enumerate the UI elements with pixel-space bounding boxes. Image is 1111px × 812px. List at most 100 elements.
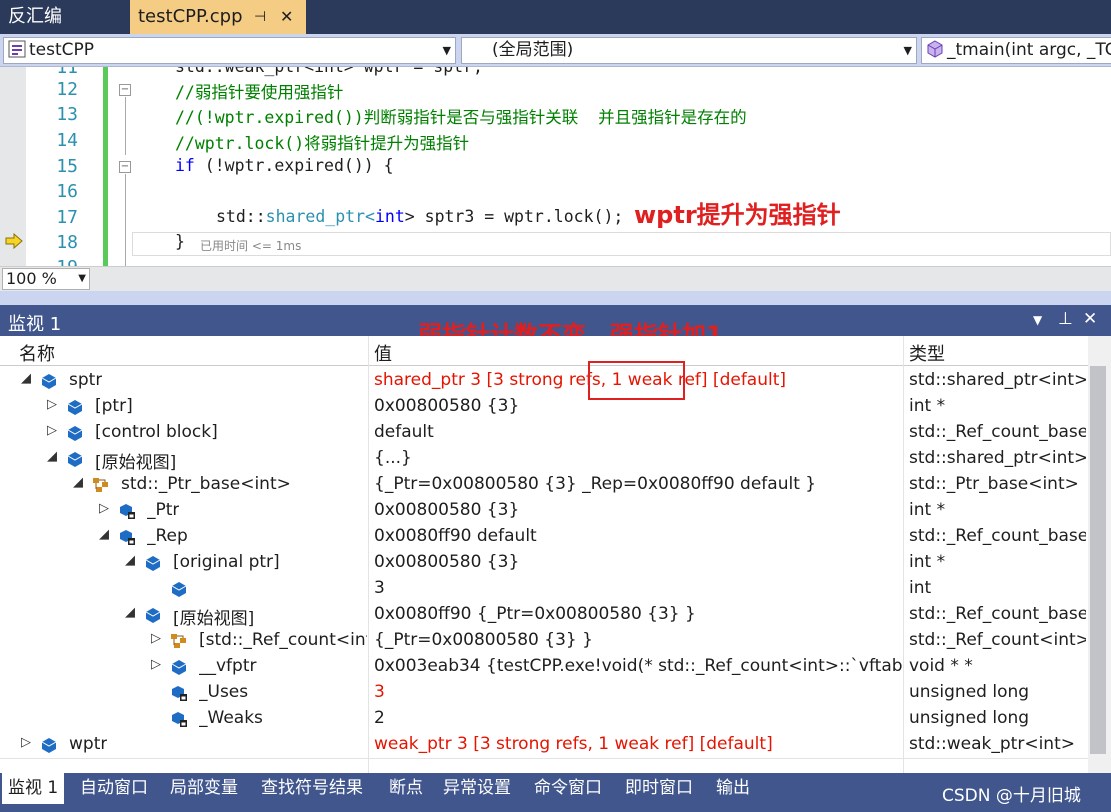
object-icon <box>145 556 161 571</box>
watch-value-changed: weak_ptr 3 [3 strong refs, 1 weak ref] [… <box>374 734 773 754</box>
close-icon[interactable]: ✕ <box>1083 309 1097 329</box>
tab-locals[interactable]: 局部变量 <box>164 773 244 804</box>
tab-testcpp[interactable]: testCPP.cpp ⊣ ✕ <box>130 0 306 34</box>
zoom-dropdown[interactable]: 100 % ▼ <box>2 268 90 290</box>
tab-label: testCPP.cpp <box>138 6 243 27</box>
watch-value: 0x003eab34 {testCPP.exe!void(* std::_Ref… <box>374 656 904 676</box>
watch-name: _Rep <box>147 526 188 546</box>
column-header-type[interactable]: 类型 <box>909 340 945 366</box>
watch-row[interactable]: ▷ [ptr] 0x00800580 {3} int * <box>0 394 1088 420</box>
collapse-arrow-icon[interactable]: ◢ <box>21 371 33 386</box>
close-icon[interactable]: ✕ <box>280 0 293 34</box>
base-class-icon <box>171 634 186 648</box>
watch-row[interactable]: ◢ _Rep 0x0080ff90 default std::_Ref_coun… <box>0 524 1088 550</box>
watch-value: 0x00800580 {3} <box>374 552 520 572</box>
watch-type: std::shared_ptr<int> <box>909 448 1086 468</box>
collapse-arrow-icon[interactable]: ◢ <box>73 475 85 490</box>
watch-type: int <box>909 578 932 598</box>
expand-arrow-icon[interactable]: ▷ <box>151 631 163 646</box>
line-number: 18 <box>56 232 78 253</box>
change-tracking-bar <box>103 67 108 266</box>
watch-row[interactable]: _Uses 3 unsigned long <box>0 680 1088 706</box>
line-number: 15 <box>56 156 78 177</box>
angle-bracket: < <box>365 207 375 226</box>
watch-name: sptr <box>69 370 103 390</box>
scrollbar-thumb[interactable] <box>1090 366 1106 754</box>
value-part: [default] <box>707 370 787 390</box>
watch-row-wptr[interactable]: ▷ wptr weak_ptr 3 [3 strong refs, 1 weak… <box>0 732 1088 758</box>
watch-type: int * <box>909 396 946 416</box>
code-line: std::weak_ptr<int> wptr = sptr; <box>175 67 483 76</box>
watch-row[interactable]: ▷ [std::_Ref_count<int... {_Ptr=0x008005… <box>0 628 1088 654</box>
navigation-bar: testCPP ▼ (全局范围) ▼ _tmain(int argc, _TCH… <box>0 34 1111 67</box>
column-header-value[interactable]: 值 <box>374 340 392 366</box>
line-number: 19 <box>30 257 78 266</box>
window-options-icon[interactable]: ▼ <box>1033 313 1042 327</box>
pin-icon[interactable]: ⊣ <box>254 0 266 34</box>
tab-disassembly[interactable]: 反汇编 <box>0 0 128 34</box>
tab-immediate-window[interactable]: 即时窗口 <box>619 773 699 804</box>
watch-value: 3 <box>374 578 385 598</box>
watch-grid[interactable]: 名称 值 类型 ◢ sptr shared_ptr 3 [3 strong re… <box>0 336 1111 773</box>
watch-row[interactable]: ◢ [original ptr] 0x00800580 {3} int * <box>0 550 1088 576</box>
protected-member-icon <box>120 530 135 545</box>
expand-arrow-icon[interactable]: ▷ <box>99 501 111 516</box>
collapse-arrow-icon[interactable]: ◢ <box>47 449 59 464</box>
code-line: if (!wptr.expired()) { <box>175 156 394 175</box>
expand-arrow-icon[interactable]: ▷ <box>151 657 163 672</box>
pin-icon[interactable]: ⊥ <box>1058 309 1073 329</box>
watch-name: [original ptr] <box>173 552 280 572</box>
watch-type: std::_Ref_count_base... <box>909 422 1086 442</box>
collapse-toggle[interactable]: − <box>119 84 131 96</box>
scope-dropdown[interactable]: (全局范围) ▼ <box>461 37 917 64</box>
watch-row-sptr[interactable]: ◢ sptr shared_ptr 3 [3 strong refs, 1 we… <box>0 368 1088 394</box>
code-editor[interactable]: 11 12 13 14 15 16 17 18 19 − − std::weak… <box>0 67 1111 266</box>
collapse-arrow-icon[interactable]: ◢ <box>99 527 111 542</box>
watch-name: std::_Ptr_base<int> <box>121 474 291 494</box>
tab-exception-settings[interactable]: 异常设置 <box>437 773 517 804</box>
fold-guide <box>125 174 126 266</box>
watch-row[interactable]: ▷ [control block] default std::_Ref_coun… <box>0 420 1088 446</box>
watch-type: unsigned long <box>909 708 1030 728</box>
watch-type: unsigned long <box>909 682 1030 702</box>
object-icon <box>171 660 187 675</box>
collapse-arrow-icon[interactable]: ◢ <box>125 553 137 568</box>
tab-breakpoints[interactable]: 断点 <box>383 773 429 804</box>
base-class-icon <box>93 478 108 492</box>
tab-find-symbol-results[interactable]: 查找符号结果 <box>255 773 369 804</box>
editor-annotation: wptr提升为强指针 <box>634 201 841 229</box>
expand-arrow-icon[interactable]: ▷ <box>47 397 59 412</box>
project-icon <box>8 40 26 58</box>
expand-arrow-icon[interactable]: ▷ <box>21 735 33 750</box>
object-icon <box>67 452 83 467</box>
watch-empty-row[interactable] <box>0 758 1088 773</box>
line-number: 16 <box>56 181 78 202</box>
value-part: shared_ptr 3 [3 strong refs, <box>374 370 607 390</box>
expand-arrow-icon[interactable]: ▷ <box>47 423 59 438</box>
tab-output[interactable]: 输出 <box>710 773 756 804</box>
watch-row[interactable]: _Weaks 2 unsigned long <box>0 706 1088 732</box>
column-header-name[interactable]: 名称 <box>19 340 55 366</box>
watch-row[interactable]: ◢ [原始视图] 0x0080ff90 {_Ptr=0x00800580 {3}… <box>0 602 1088 629</box>
tab-watch-1[interactable]: 监视 1 <box>2 773 65 804</box>
watch-row[interactable]: ▷ _Ptr 0x00800580 {3} int * <box>0 498 1088 524</box>
watch-row[interactable]: 3 int <box>0 576 1088 602</box>
watch-type: int * <box>909 500 946 520</box>
watch-row[interactable]: ◢ std::_Ptr_base<int> {_Ptr=0x00800580 {… <box>0 472 1088 498</box>
zoom-label: 100 % <box>6 269 57 288</box>
collapse-toggle[interactable]: − <box>119 161 131 173</box>
function-dropdown[interactable]: _tmain(int argc, _TCHAR* argv[]) <box>921 37 1111 64</box>
code-comment: //弱指针要使用强指针 <box>175 83 344 102</box>
panel-splitter[interactable] <box>0 291 1111 305</box>
watch-value: 0x00800580 {3} <box>374 500 520 520</box>
horizontal-scrollbar[interactable] <box>92 271 1111 287</box>
ide-window: { "tabs": [ {"label": "反汇编", "active": f… <box>0 0 1111 812</box>
collapse-arrow-icon[interactable]: ◢ <box>125 605 137 620</box>
watch-row[interactable]: ▷ __vfptr 0x003eab34 {testCPP.exe!void(*… <box>0 654 1088 680</box>
project-dropdown[interactable]: testCPP ▼ <box>3 37 456 64</box>
protected-member-icon <box>120 504 135 519</box>
watch-row[interactable]: ◢ [原始视图] {...} std::shared_ptr<int> <box>0 446 1088 473</box>
tab-command-window[interactable]: 命令窗口 <box>528 773 608 804</box>
tab-autos[interactable]: 自动窗口 <box>74 773 154 804</box>
code-comment: //(!wptr.expired())判断弱指针是否与强指针关联 并且强指针是存… <box>175 108 747 127</box>
